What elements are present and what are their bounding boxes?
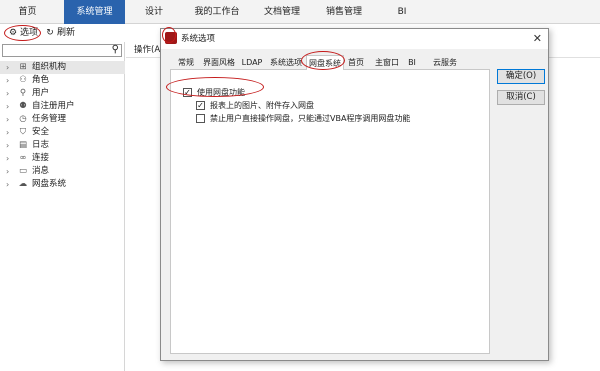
tab-cloud-drive-system[interactable]: 网盘系统 bbox=[306, 55, 344, 71]
tree-item-label: 任务管理 bbox=[32, 114, 67, 124]
app-logo-icon bbox=[165, 32, 177, 44]
tree-item-label: 安全 bbox=[32, 127, 50, 137]
chevron-right-icon[interactable]: › bbox=[6, 178, 9, 191]
tree-item[interactable]: › ⚇ 角色 bbox=[0, 74, 125, 87]
cloud-icon: ☁ bbox=[18, 179, 28, 189]
tree-item[interactable]: › ⚲ 用户 bbox=[0, 87, 125, 100]
tree-item-label: 消息 bbox=[32, 166, 50, 176]
left-tree-pane: ⚲ › ⊞ 组织机构 › ⚇ 角色 › ⚲ 用户 › ⚉ 自注册用户 › ◷ 任务管理 › ⛉ 安全 › ▤ 日志 › ∞ 连… bbox=[0, 42, 125, 371]
tree-item-label: 网盘系统 bbox=[32, 179, 67, 189]
dialog-title: 系统选项 bbox=[181, 34, 216, 44]
self-register-user-icon: ⚉ bbox=[19, 101, 27, 111]
tree-item[interactable]: › ⛉ 安全 bbox=[0, 126, 125, 139]
chevron-right-icon[interactable]: › bbox=[6, 139, 9, 152]
refresh-button[interactable]: ↻ 刷新 bbox=[45, 26, 75, 40]
org-icon: ⊞ bbox=[19, 62, 27, 72]
tree-item-label: 角色 bbox=[32, 75, 50, 85]
gear-icon: ⚙ bbox=[8, 28, 18, 38]
refresh-label: 刷新 bbox=[57, 28, 76, 38]
dialog-titlebar[interactable]: 系统选项 ✕ bbox=[161, 29, 548, 49]
store-attachments-label: 报表上的图片、附件存入网盘 bbox=[210, 101, 314, 110]
tab-main-window[interactable]: 主窗口 bbox=[372, 56, 402, 70]
refresh-icon: ↻ bbox=[46, 28, 54, 38]
store-attachments-checkbox[interactable]: ✓ bbox=[196, 101, 205, 110]
tab-home[interactable]: 首页 bbox=[345, 56, 367, 70]
tab-bi[interactable]: BI bbox=[405, 56, 419, 70]
message-icon: ▭ bbox=[18, 166, 28, 176]
tab-ui-style[interactable]: 界面风格 bbox=[201, 56, 237, 70]
use-cloud-drive-checkbox[interactable]: ✓ bbox=[183, 88, 192, 97]
dialog-tab-strip: 常规 界面风格 LDAP 系统选项 网盘系统 首页 主窗口 BI 云服务 bbox=[170, 55, 490, 71]
link-icon: ∞ bbox=[19, 153, 27, 163]
tree-item[interactable]: › ▤ 日志 bbox=[0, 139, 125, 152]
forbid-direct-access-checkbox[interactable] bbox=[196, 114, 205, 123]
nav-tab-home[interactable]: 首页 bbox=[0, 0, 55, 24]
tree-item[interactable]: › ∞ 连接 bbox=[0, 152, 125, 165]
tree-item-label: 连接 bbox=[32, 153, 50, 163]
ok-button[interactable]: 确定(O) bbox=[497, 69, 545, 84]
nav-tab-my-workbench[interactable]: 我的工作台 bbox=[186, 0, 248, 24]
tree-item-label: 日志 bbox=[32, 140, 50, 150]
tree-list: › ⊞ 组织机构 › ⚇ 角色 › ⚲ 用户 › ⚉ 自注册用户 › ◷ 任务管理 › ⛉ 安全 › ▤ 日志 › ∞ 连接 ›… bbox=[0, 61, 125, 191]
tree-item-label: 用户 bbox=[32, 88, 50, 98]
tree-item[interactable]: › ▭ 消息 bbox=[0, 165, 125, 178]
forbid-direct-access-label: 禁止用户直接操作网盘，只能通过VBA程序调用网盘功能 bbox=[210, 114, 411, 123]
tree-item[interactable]: › ◷ 任务管理 bbox=[0, 113, 125, 126]
chevron-right-icon[interactable]: › bbox=[6, 100, 9, 113]
system-options-dialog: 系统选项 ✕ 常规 界面风格 LDAP 系统选项 网盘系统 首页 主窗口 BI … bbox=[160, 28, 549, 361]
top-nav-bar: 首页 系统管理 设计 我的工作台 文档管理 销售管理 BI bbox=[0, 0, 600, 24]
task-clock-icon: ◷ bbox=[19, 114, 27, 124]
chevron-right-icon[interactable]: › bbox=[6, 126, 9, 139]
nav-tab-design[interactable]: 设计 bbox=[133, 0, 175, 24]
nav-tab-bi[interactable]: BI bbox=[382, 0, 422, 24]
use-cloud-drive-label: 使用网盘功能 bbox=[197, 88, 245, 97]
options-label: 选项 bbox=[20, 28, 39, 38]
role-icon: ⚇ bbox=[19, 75, 27, 85]
options-button[interactable]: ⚙ 选项 bbox=[8, 26, 38, 40]
chevron-right-icon[interactable]: › bbox=[6, 165, 9, 178]
chevron-right-icon[interactable]: › bbox=[6, 61, 9, 74]
tree-item-label: 组织机构 bbox=[32, 62, 67, 72]
close-icon[interactable]: ✕ bbox=[533, 29, 542, 49]
tab-system-options[interactable]: 系统选项 bbox=[268, 56, 304, 70]
tree-item[interactable]: › ☁ 网盘系统 bbox=[0, 178, 125, 191]
nav-tab-system-management[interactable]: 系统管理 bbox=[64, 0, 125, 24]
tab-cloud-service[interactable]: 云服务 bbox=[430, 56, 460, 70]
chevron-right-icon[interactable]: › bbox=[6, 152, 9, 165]
tree-item[interactable]: › ⚉ 自注册用户 bbox=[0, 100, 125, 113]
log-icon: ▤ bbox=[18, 140, 28, 150]
nav-tab-document-management[interactable]: 文档管理 bbox=[253, 0, 311, 24]
chevron-right-icon[interactable]: › bbox=[6, 74, 9, 87]
chevron-right-icon[interactable]: › bbox=[6, 113, 9, 126]
search-icon[interactable]: ⚲ bbox=[112, 44, 119, 55]
nav-tab-sales-management[interactable]: 销售管理 bbox=[315, 0, 373, 24]
cloud-drive-settings-panel: ✓ 使用网盘功能 ✓ 报表上的图片、附件存入网盘 禁止用户直接操作网盘，只能通过… bbox=[170, 70, 490, 354]
tree-item[interactable]: › ⊞ 组织机构 bbox=[0, 61, 125, 74]
tree-item-label: 自注册用户 bbox=[32, 101, 75, 111]
tab-general[interactable]: 常规 bbox=[174, 56, 198, 70]
shield-icon: ⛉ bbox=[19, 127, 27, 137]
cancel-button[interactable]: 取消(C) bbox=[497, 90, 545, 105]
user-icon: ⚲ bbox=[19, 88, 27, 98]
chevron-right-icon[interactable]: › bbox=[6, 87, 9, 100]
tree-search-input[interactable]: ⚲ bbox=[2, 44, 122, 57]
tab-ldap[interactable]: LDAP bbox=[239, 56, 265, 70]
